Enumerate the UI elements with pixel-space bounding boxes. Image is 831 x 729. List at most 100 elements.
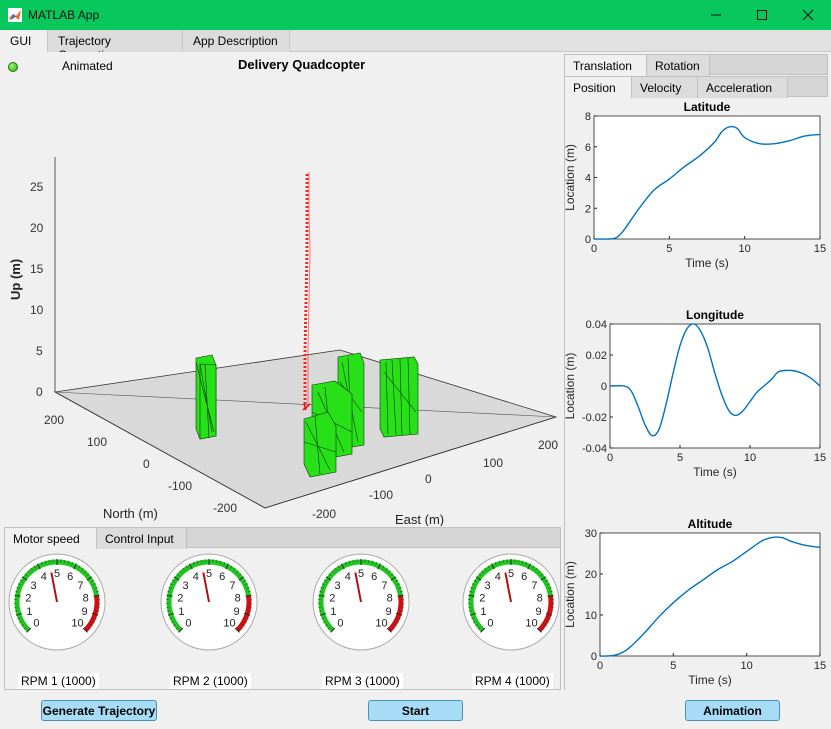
close-icon [802, 9, 814, 21]
chart-title: Latitude [684, 100, 731, 114]
gauge-tick-label: 4 [41, 571, 47, 583]
close-button[interactable] [785, 0, 831, 30]
y-tick-label: 0 [585, 234, 591, 246]
right-sub-tab-bar: Position Velocity Acceleration [564, 76, 828, 98]
gauge-tick-label: 2 [479, 592, 485, 604]
y-axis-label: Location (m) [564, 144, 577, 211]
tab-control-input[interactable]: Control Input [97, 528, 187, 549]
north-tick: 100 [87, 435, 107, 449]
longitude-chart[interactable]: Longitude 0 5 10 15 0.04 0.02 0 -0.02 -0.04 Time (… [564, 305, 828, 485]
gauge-tick-label: 0 [487, 618, 493, 630]
gauge-label-2: RPM 2 (1000) [170, 673, 251, 689]
tab-velocity[interactable]: Velocity [632, 77, 698, 98]
gauge-tick-label: 4 [345, 571, 351, 583]
gauge-tick-label: 9 [386, 606, 392, 618]
tab-trajectory-generation[interactable]: Trajectory Generation [48, 30, 183, 62]
x-tick-label: 10 [741, 660, 753, 672]
z-tick: 25 [30, 180, 44, 194]
gauge-tick-label: 10 [223, 618, 235, 630]
z-axis-label: Up (m) [8, 259, 23, 300]
gauge-tick-label: 5 [358, 568, 364, 580]
tab-translation[interactable]: Translation [565, 55, 647, 76]
y-tick-label: 20 [585, 569, 597, 581]
building [303, 411, 337, 478]
latitude-chart[interactable]: Latitude 0 5 10 15 0 2 4 6 8 Time (s) Location (m) [564, 97, 828, 277]
maximize-icon [757, 10, 767, 20]
y-tick-label: 0 [601, 381, 607, 393]
gauge-tick-label: 7 [229, 580, 235, 592]
x-tick-label: 15 [814, 243, 826, 255]
chart-title: Altitude [688, 517, 733, 531]
gauge-tick-label: 1 [26, 606, 32, 618]
x-axis-label: Time (s) [685, 256, 729, 270]
gauge-tick-label: 3 [484, 580, 490, 592]
gauge-tick-label: 7 [77, 580, 83, 592]
x-tick-label: 0 [597, 660, 603, 672]
north-axis-label: North (m) [103, 506, 158, 521]
gauge-tick-label: 1 [178, 606, 184, 618]
tab-position[interactable]: Position [565, 77, 632, 98]
x-tick-label: 0 [591, 243, 597, 255]
gauge-tick-label: 2 [177, 592, 183, 604]
gauge-tick-label: 6 [521, 571, 527, 583]
gauge-tick-label: 2 [329, 592, 335, 604]
north-tick: -100 [168, 479, 192, 493]
gauge-tick-label: 5 [206, 568, 212, 580]
east-axis-label: East (m) [395, 512, 444, 526]
y-tick-label: 4 [585, 173, 591, 185]
y-tick-label: 0.02 [586, 350, 607, 362]
animation-button[interactable]: Animation [685, 700, 780, 721]
x-tick-label: 5 [666, 243, 672, 255]
altitude-chart[interactable]: Altitude 0 5 10 15 0 10 20 30 Time (s) Location (m… [564, 514, 828, 694]
start-button[interactable]: Start [368, 700, 463, 721]
x-tick-label: 10 [739, 243, 751, 255]
gauge-tick-label: 3 [30, 580, 36, 592]
y-tick-label: 0 [591, 651, 597, 663]
north-tick: 200 [44, 413, 64, 427]
tab-app-description[interactable]: App Description [183, 30, 290, 52]
gauge-tick-label: 9 [536, 606, 542, 618]
gauge-tick-label: 6 [67, 571, 73, 583]
gauge-label-1: RPM 1 (1000) [18, 673, 99, 689]
y-tick-label: -0.04 [582, 443, 607, 455]
building [195, 354, 217, 440]
gauge-tick-label: 8 [83, 592, 89, 604]
y-tick-label: 8 [585, 111, 591, 123]
tab-motor-speed[interactable]: Motor speed [5, 528, 97, 549]
gauge-tick-label: 9 [234, 606, 240, 618]
matlab-icon [8, 8, 22, 22]
north-tick: -200 [213, 501, 237, 515]
x-tick-label: 15 [814, 660, 826, 672]
tab-acceleration[interactable]: Acceleration [698, 77, 788, 98]
north-tick: 0 [143, 457, 150, 471]
y-tick-label: -0.02 [582, 412, 607, 424]
gauge-tick-label: 10 [71, 618, 83, 630]
gauge-tick-label: 0 [185, 618, 191, 630]
rpm-gauge-3: 01 234 5 678 910 [312, 553, 410, 651]
title-bar: MATLAB App [0, 0, 831, 30]
maximize-button[interactable] [739, 0, 785, 30]
plot-area [609, 323, 821, 449]
gauge-tick-label: 8 [387, 592, 393, 604]
x-tick-label: 5 [677, 452, 683, 464]
rpm-gauge-1: 01 234 5 678 910 [8, 553, 106, 651]
x-axis-label: Time (s) [693, 465, 737, 479]
tab-gui[interactable]: GUI [0, 30, 48, 52]
east-tick: -200 [312, 507, 336, 521]
generate-trajectory-button[interactable]: Generate Trajectory [41, 700, 157, 721]
quadcopter-3d-axes[interactable]: 0 5 10 15 20 25 Up (m) 200 100 0 -100 -2… [0, 52, 562, 526]
gauge-label-3: RPM 3 (1000) [322, 673, 403, 689]
east-tick: 0 [425, 472, 432, 486]
gauge-tick-label: 1 [330, 606, 336, 618]
gauge-tick-label: 4 [193, 571, 199, 583]
minimize-button[interactable] [693, 0, 739, 30]
bottom-tab-bar: Motor speed Control Input [4, 527, 561, 549]
gauge-tick-label: 2 [25, 592, 31, 604]
x-tick-label: 5 [670, 660, 676, 672]
gauge-tick-label: 3 [182, 580, 188, 592]
z-tick: 5 [36, 344, 43, 358]
tab-rotation[interactable]: Rotation [647, 55, 710, 76]
y-tick-label: 10 [585, 610, 597, 622]
rpm-gauge-2: 01 234 5 678 910 [160, 553, 258, 651]
y-tick-label: 0.04 [586, 319, 607, 331]
